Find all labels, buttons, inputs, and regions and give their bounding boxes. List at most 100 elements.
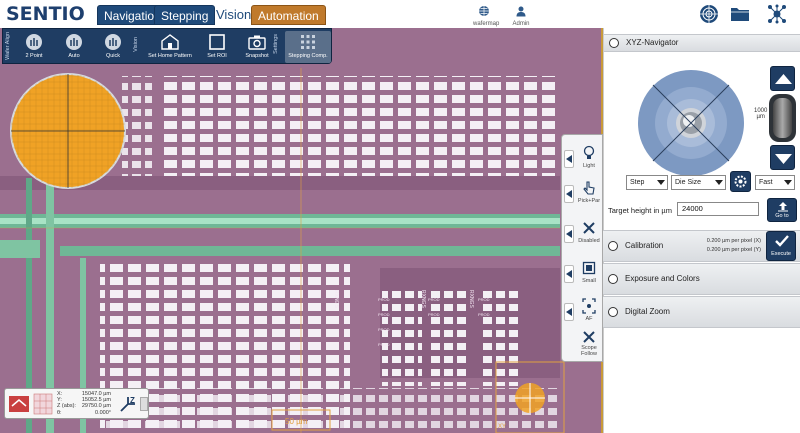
wafer-align-group-label: Wafer Align: [5, 32, 11, 60]
vision-group-label: Vision: [133, 37, 139, 52]
light-label: Light: [583, 163, 595, 169]
light-button[interactable]: Light: [575, 145, 603, 169]
tab-automation[interactable]: Automation: [251, 5, 326, 25]
digital-zoom-section-header[interactable]: Digital Zoom: [603, 296, 800, 328]
hand-icon: [26, 34, 42, 50]
z-wheel[interactable]: [769, 94, 796, 142]
die-label: RXNGS: [333, 290, 339, 308]
go-to-button[interactable]: Go to: [767, 198, 797, 222]
roi-square-icon: [209, 34, 225, 50]
xy-joystick[interactable]: [637, 69, 745, 177]
bond-label: PROD: [428, 297, 440, 302]
xyz-navigator-title: XYZ-Navigator: [626, 38, 679, 47]
folder-icon[interactable]: [729, 5, 751, 27]
sentio-logo: SENTIO: [6, 3, 85, 25]
home-icon: [161, 34, 179, 50]
scope-follow-button[interactable]: Scope Follow: [575, 331, 603, 357]
pick-par-button[interactable]: Pick+Par: [575, 180, 603, 204]
disabled-button[interactable]: Disabled: [575, 220, 603, 244]
scope-follow-label: Scope Follow: [581, 345, 597, 357]
wafermap-icon[interactable]: wafermap: [473, 4, 500, 27]
expand-arrow-button[interactable]: [564, 150, 574, 168]
wafermap-caption: wafermap: [473, 21, 500, 27]
expand-arrow-button[interactable]: [564, 303, 574, 321]
gear-icon: [734, 175, 747, 188]
bond-label: PROD: [428, 312, 440, 317]
small-button[interactable]: Small: [575, 260, 603, 284]
z-down-button[interactable]: [770, 145, 795, 170]
go-to-label: Go to: [775, 213, 789, 219]
stepping-comp-button[interactable]: Stepping Comp.: [285, 31, 331, 63]
quick-label: Quick: [105, 53, 121, 59]
network-icon[interactable]: [766, 4, 788, 29]
exposure-section-header[interactable]: Exposure and Colors: [603, 263, 800, 295]
calibration-details: 0.200 µm per pixel (X) 0.200 µm per pixe…: [693, 237, 761, 255]
target-height-label: Target height in µm: [608, 206, 672, 215]
settings-gear-button[interactable]: [730, 171, 751, 192]
step-size-select[interactable]: Die Size: [671, 175, 726, 190]
wafer-image: 50 µm XY RXNGS RXNGS RXNGS PROD PROD PRO…: [0, 28, 601, 433]
stepping-comp-label: Stepping Comp.: [288, 53, 328, 59]
tab-stepping[interactable]: Stepping: [154, 5, 216, 25]
chuck-icon: [9, 396, 29, 412]
expand-chevron-icon: [608, 241, 618, 251]
bond-label: PROD: [478, 297, 490, 302]
admin-icon[interactable]: Admin: [510, 4, 532, 27]
readout-values: 15047.0 µm 15052.5 µm 29750.0 µm 0.000°: [75, 391, 111, 416]
expand-arrow-button[interactable]: [564, 265, 574, 283]
camera-view[interactable]: 50 µm XY RXNGS RXNGS RXNGS PROD PROD PRO…: [0, 28, 603, 433]
readout-expand-button[interactable]: [140, 397, 148, 411]
set-home-pattern-label: Set Home Pattern: [148, 53, 192, 59]
small-label: Small: [582, 278, 596, 284]
jog-scale-unit: µm: [756, 114, 765, 120]
two-point-label: 2 Point: [25, 53, 43, 59]
z-axis-icon[interactable]: Z: [118, 394, 138, 414]
speed-value: Fast: [759, 179, 773, 186]
speed-select[interactable]: Fast: [755, 175, 795, 190]
auto-label: Auto: [68, 53, 80, 59]
grid-icon: [301, 35, 315, 49]
af-label: AF: [585, 316, 593, 322]
square-icon: [582, 261, 596, 275]
mini-wafermap-icon: [33, 393, 53, 415]
die-label: RXNGS: [468, 290, 474, 308]
calibration-title: Calibration: [625, 241, 664, 250]
step-mode-select[interactable]: Step: [626, 175, 668, 190]
readout-labels: X: Y: Z (abs): θ:: [57, 391, 76, 416]
expand-chevron-icon: [608, 274, 618, 284]
svg-text:Z: Z: [130, 396, 135, 405]
set-roi-button[interactable]: Set ROI: [198, 31, 236, 63]
set-home-pattern-button[interactable]: Set Home Pattern: [146, 31, 194, 63]
digital-zoom-title: Digital Zoom: [625, 307, 670, 316]
upload-icon: [778, 202, 788, 212]
xyz-navigator-header[interactable]: XYZ-Navigator: [604, 34, 800, 52]
bond-label: PROD: [378, 342, 390, 347]
snapshot-label: Snapshot: [245, 53, 269, 59]
two-point-align-button[interactable]: 2 Point: [15, 31, 53, 63]
lightbulb-icon: [583, 145, 595, 159]
calibration-y: 0.200 µm per pixel (Y): [706, 247, 761, 253]
theta-value: 0.000°: [95, 409, 111, 416]
jog-scale: 1000 µm: [754, 108, 767, 120]
theta-label: θ:: [57, 409, 62, 416]
die-label: RXNGS: [420, 290, 426, 308]
autofocus-button[interactable]: AF: [575, 298, 603, 322]
expand-arrow-button[interactable]: [564, 185, 574, 203]
bond-label: PROD: [378, 312, 390, 317]
snapshot-button[interactable]: Snapshot: [238, 31, 276, 63]
collapse-chevron-icon: [609, 38, 619, 48]
set-roi-label: Set ROI: [207, 53, 227, 59]
target-height-input[interactable]: 24000: [677, 202, 759, 216]
side-tool-column: Light Pick+Par Disabled Small AF Scope F…: [561, 134, 603, 362]
execute-button[interactable]: Execute: [766, 231, 796, 261]
xy-corner-label: XY: [498, 424, 506, 430]
expand-arrow-button[interactable]: [564, 225, 574, 243]
z-wheel-grip: [773, 98, 792, 138]
z-up-button[interactable]: [770, 66, 795, 91]
crossed-arrows-icon: [583, 331, 595, 343]
target-icon[interactable]: [698, 4, 720, 29]
step-mode-value: Step: [630, 179, 645, 186]
quick-align-button[interactable]: Quick: [94, 31, 132, 63]
disabled-label: Disabled: [578, 238, 600, 244]
auto-align-button[interactable]: Auto: [55, 31, 93, 63]
